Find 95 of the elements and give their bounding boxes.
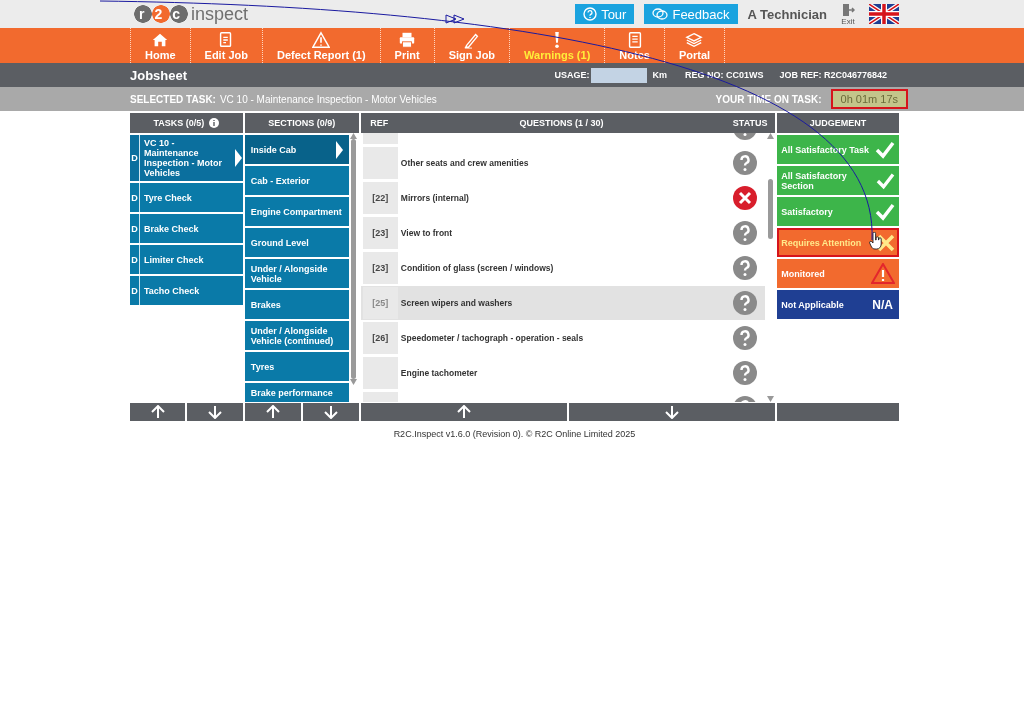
check-icon	[876, 171, 895, 190]
judgement-button[interactable]: Requires Attention	[777, 228, 899, 257]
task-item[interactable]: D Brake Check	[130, 214, 243, 243]
question-icon	[733, 326, 758, 350]
question-icon	[733, 221, 758, 245]
check-icon	[875, 140, 895, 159]
question-row[interactable]: [23] View to front	[360, 216, 766, 250]
section-item[interactable]: Tyres	[244, 352, 349, 381]
question-text: Condition of glass (screen / windows)	[399, 263, 555, 273]
exit-label: Exit	[841, 16, 855, 26]
section-item[interactable]: Under / Alongside Vehicle (continued)	[244, 321, 349, 350]
arrow-up-icon	[149, 405, 166, 419]
section-item[interactable]: Under / Alongside Vehicle	[244, 259, 349, 288]
question-text: Mirrors (internal)	[399, 193, 470, 203]
question-icon	[733, 256, 758, 280]
judgement-button[interactable]: Not Applicable N/A	[777, 290, 899, 319]
warning-icon	[312, 30, 331, 49]
section-item[interactable]: Inside Cab	[244, 135, 349, 164]
judgement-button[interactable]: Monitored	[777, 259, 899, 288]
judgement-button[interactable]: All Satisfactory Task	[777, 135, 899, 164]
question-text: Screen wipers and washers	[399, 298, 514, 308]
layers-icon	[685, 30, 704, 49]
arrow-up-icon	[455, 405, 472, 419]
question-text: View to front	[399, 228, 454, 238]
hand-cursor-icon	[869, 232, 883, 250]
ref-cell: [23]	[362, 252, 398, 284]
question-icon	[733, 151, 758, 175]
copyright-text: R2C.Inspect v1.6.0 (Revision 0). © R2C Online Limited 2025	[392, 429, 637, 439]
question-text: Speedometer / tachograph - operation - seals	[399, 333, 585, 343]
scroll-down-button[interactable]	[302, 403, 359, 421]
section-item[interactable]: Cab - Exterior	[244, 166, 349, 195]
job-reference: JOB REF: R2C046776842	[779, 70, 887, 80]
info-icon[interactable]	[209, 118, 220, 128]
column-header: STATUS	[731, 118, 769, 128]
caret-down-icon[interactable]	[350, 379, 358, 385]
chat-bubbles-icon	[652, 7, 669, 21]
column-header: REF	[369, 118, 390, 128]
selected-task-label: SELECTED TASK:	[130, 93, 216, 105]
caret-icon	[234, 149, 242, 167]
ref-cell: [22]	[362, 182, 398, 214]
scrollbar[interactable]	[765, 133, 776, 402]
column-header: TASKS (0/5)	[153, 118, 205, 128]
question-text: Other seats and crew amenities	[399, 158, 530, 168]
tour-button[interactable]: Tour	[575, 4, 635, 24]
warning-icon	[871, 263, 895, 284]
section-item[interactable]: Ground Level	[244, 228, 349, 257]
user-name: A Technician	[747, 6, 827, 22]
task-item[interactable]: D Tacho Check	[130, 276, 243, 305]
column-header: JUDGEMENT	[809, 118, 867, 128]
column-header: SECTIONS (0/9)	[268, 118, 336, 128]
feedback-button[interactable]: Feedback	[644, 4, 738, 24]
arrow-up-icon	[264, 405, 281, 419]
na-label: N/A	[872, 297, 893, 312]
logo-name: inspect	[191, 3, 249, 25]
section-item[interactable]: Brake performance	[244, 383, 349, 402]
usage-label: USAGE:	[554, 70, 590, 80]
column-header: QUESTIONS (1 / 30)	[518, 118, 605, 128]
question-text: Engine tachometer	[399, 368, 479, 378]
help-icon	[583, 7, 598, 21]
judgement-button[interactable]: Satisfactory	[777, 197, 899, 226]
judgement-button[interactable]: All Satisfactory Section	[777, 166, 899, 195]
arrow-down-icon	[322, 405, 339, 419]
ref-cell: [23]	[362, 217, 398, 249]
page-title: Jobsheet	[130, 67, 188, 83]
ref-cell: [25]	[362, 287, 398, 319]
question-row[interactable]: [26] Speedometer / tachograph - operation - seals	[360, 321, 766, 355]
flag-icon[interactable]	[869, 4, 899, 24]
cross-icon	[877, 233, 895, 252]
check-icon	[875, 202, 895, 221]
arrow-down-icon	[207, 405, 224, 419]
question-row[interactable]: Engine tachometer	[360, 356, 766, 390]
reg-number: REG NO: CC01WS	[684, 70, 764, 80]
question-row[interactable]: [22] Mirrors (internal)	[360, 181, 766, 215]
question-icon	[733, 361, 758, 385]
scroll-down-button[interactable]	[187, 403, 243, 421]
task-item[interactable]: D Tyre Check	[130, 183, 243, 212]
cross-icon	[733, 186, 758, 210]
exclamation-icon	[554, 30, 561, 49]
caret-icon	[335, 140, 343, 159]
task-item[interactable]: D Limiter Check	[130, 245, 243, 274]
section-item[interactable]: Brakes	[244, 290, 349, 319]
time-display: 0h 01m 17s	[830, 89, 908, 109]
selected-task-name: VC 10 - Maintenance Inspection - Motor Vehicles	[219, 93, 437, 105]
arrow-down-icon	[664, 405, 681, 419]
question-icon	[733, 291, 758, 315]
question-row[interactable]: [23] Condition of glass (screen / windows)	[360, 251, 766, 285]
usage-field[interactable]	[591, 67, 648, 83]
question-row[interactable]: [25] Screen wipers and washers	[360, 286, 766, 320]
door-exit-icon[interactable]	[841, 2, 855, 17]
scroll-up-button[interactable]	[130, 403, 186, 421]
section-item[interactable]: Engine Compartment	[244, 197, 349, 226]
scroll-up-button[interactable]	[244, 403, 301, 421]
question-row[interactable]: Other seats and crew amenities	[360, 146, 766, 180]
ref-cell: [26]	[362, 322, 398, 354]
unit-label: Km	[652, 70, 667, 80]
